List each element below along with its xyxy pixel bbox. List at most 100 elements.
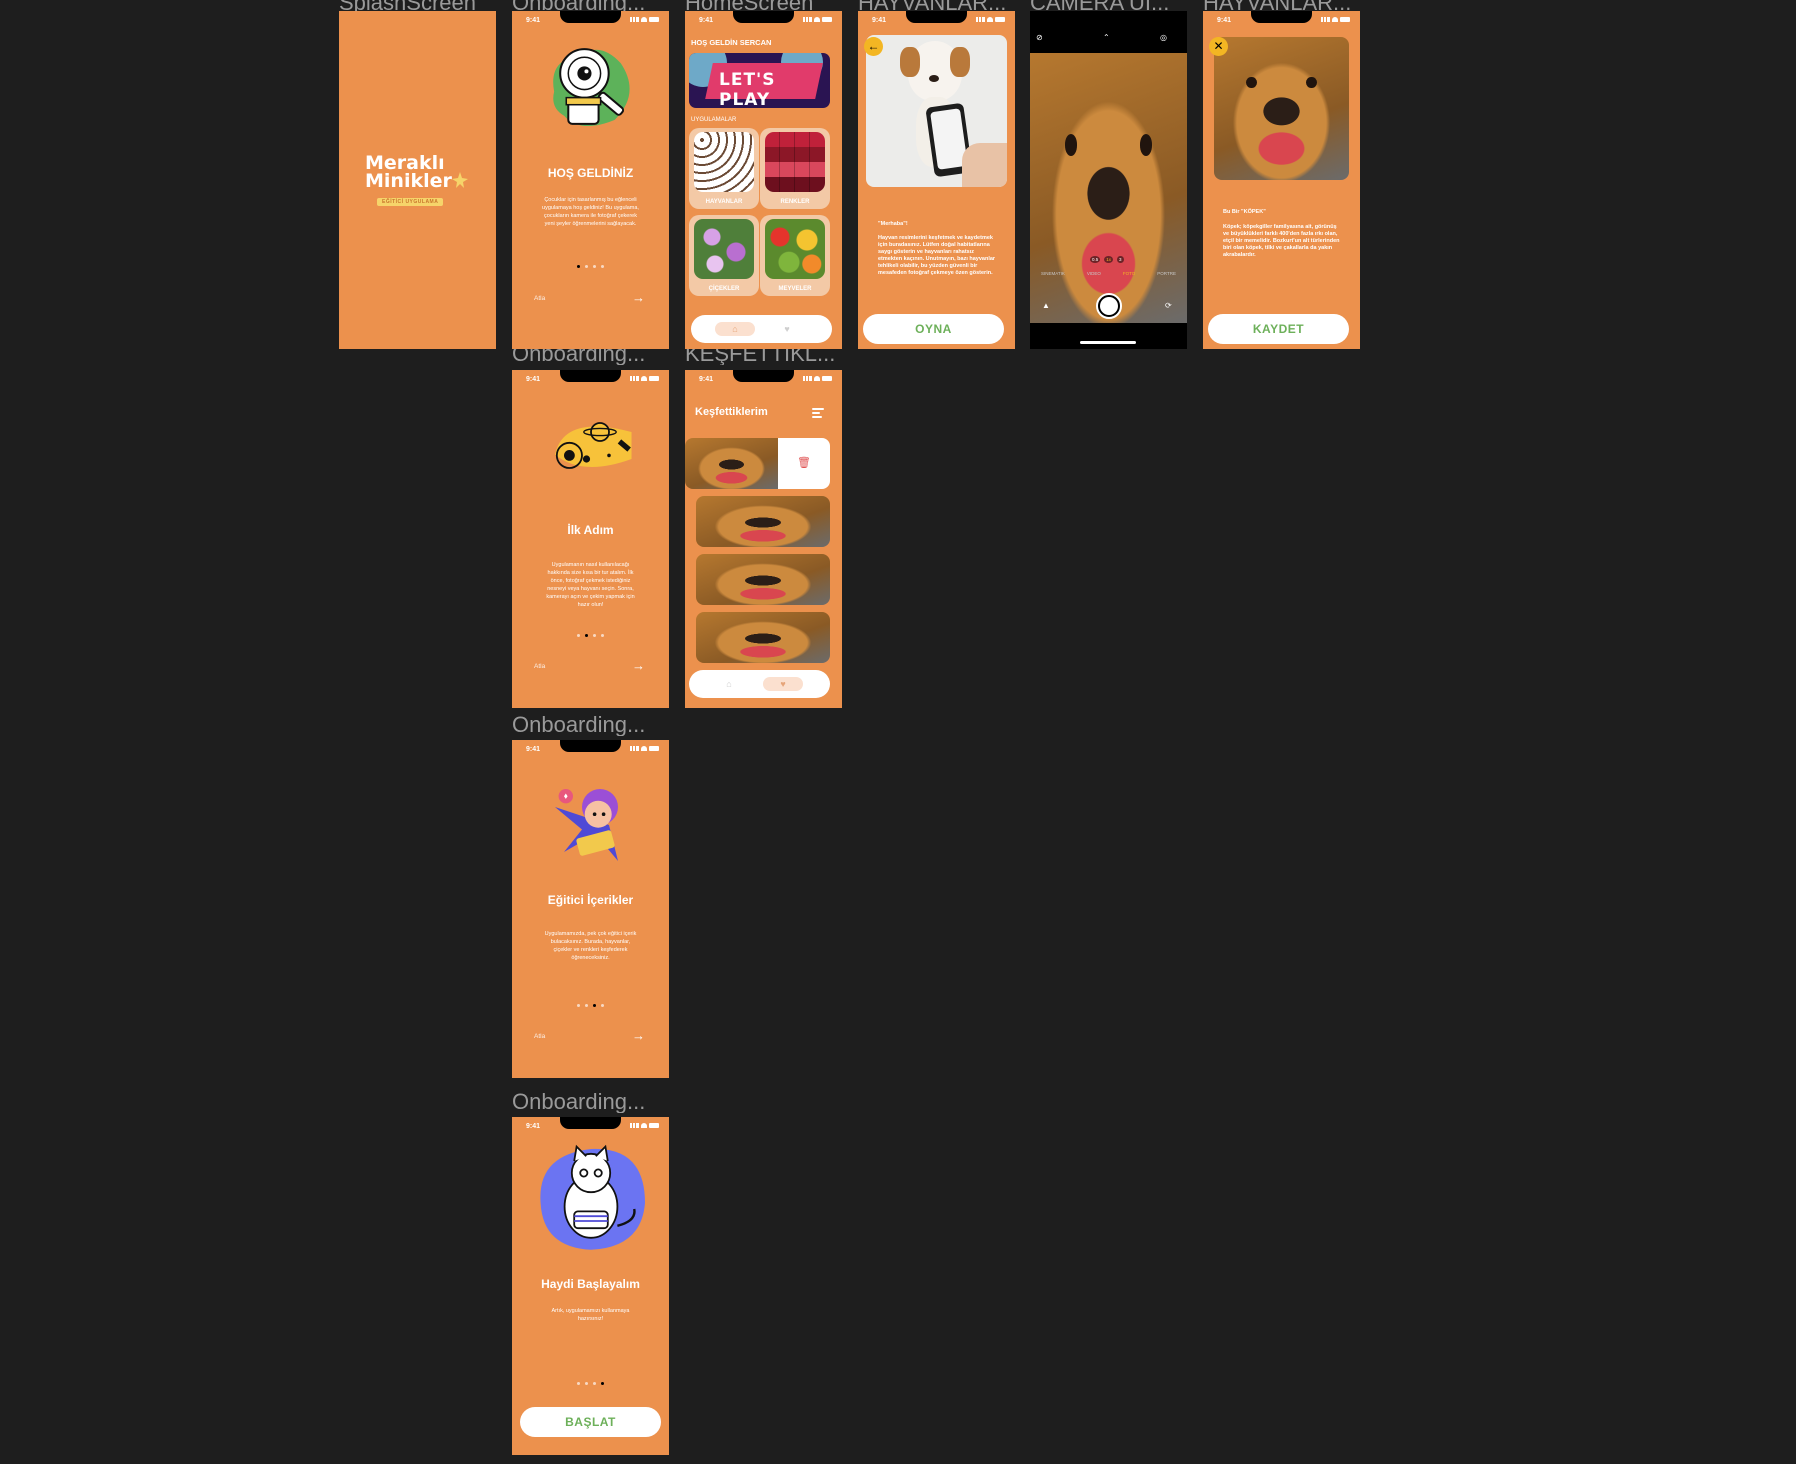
live-photo-icon[interactable]: ◎: [1160, 33, 1167, 42]
status-icons: [630, 1123, 659, 1128]
discovery-card[interactable]: [696, 612, 830, 663]
battery-icon: [1340, 17, 1350, 22]
signal-icon: [630, 376, 639, 381]
onboarding-body: Çocuklar için tasarlanmış bu eğlenceli u…: [542, 197, 639, 227]
back-arrow-icon[interactable]: ←: [864, 37, 883, 56]
splash-star-icon: [452, 172, 468, 188]
signal-icon: [803, 17, 812, 22]
animals-image: [694, 132, 754, 192]
wifi-icon: [1332, 17, 1338, 22]
child-with-book-illustration-icon: [555, 789, 618, 861]
camera-viewfinder: [1030, 53, 1187, 323]
camera-screen: ⊘ ⌃ ◎ SINEMATIK VIDEO FOTO PORTRE 0.5 1x…: [1030, 11, 1187, 349]
hayvanlar-intro-screen: 9:41 ← "Merhaba"! Hayvan resimlerini keş…: [858, 11, 1015, 349]
status-icons: [1321, 17, 1350, 22]
camera-mode[interactable]: FOTO: [1123, 271, 1135, 276]
camera-mode[interactable]: VIDEO: [1087, 271, 1101, 276]
onboarding-screen-1: 9:41 HOŞ GELDİNİZ Çocuklar için tasarlan…: [512, 11, 669, 349]
fruits-image: [765, 219, 825, 279]
onboarding-title: İlk Adım: [567, 523, 614, 537]
wifi-icon: [641, 376, 647, 381]
page-indicator: [512, 1382, 669, 1385]
frame-label-onboarding-4[interactable]: Onboarding...: [512, 1091, 645, 1113]
tile-renkler[interactable]: RENKLER: [760, 128, 830, 209]
tile-hayvanlar[interactable]: HAYVANLAR: [689, 128, 759, 209]
camera-mode[interactable]: PORTRE: [1157, 271, 1176, 276]
bottom-tab-bar: ⌂ ♥: [689, 670, 830, 698]
camera-mode[interactable]: SINEMATIK: [1041, 271, 1065, 276]
signal-icon: [976, 17, 985, 22]
lets-play-banner[interactable]: LET'S PLAY: [689, 53, 830, 108]
discovery-card[interactable]: [696, 554, 830, 605]
next-arrow-icon[interactable]: →: [632, 659, 645, 672]
camera-mode-selector[interactable]: SINEMATIK VIDEO FOTO PORTRE: [1030, 271, 1187, 276]
rocket-planet-illustration-icon: [555, 422, 632, 469]
next-arrow-icon[interactable]: →: [632, 1029, 645, 1042]
shutter-button[interactable]: [1096, 293, 1122, 319]
tile-meyveler[interactable]: MEYVELER: [760, 215, 830, 296]
status-icons: [976, 17, 1005, 22]
gallery-thumbnail-icon[interactable]: ▲: [1042, 301, 1050, 310]
play-button[interactable]: OYNA: [863, 314, 1004, 344]
notch: [560, 11, 621, 23]
tile-cicekler[interactable]: ÇİÇEKLER: [689, 215, 759, 296]
zoom-option[interactable]: 1x: [1104, 256, 1114, 263]
zoom-selector[interactable]: 0.5 1x 3: [1090, 256, 1124, 263]
zoom-option[interactable]: 0.5: [1090, 256, 1101, 263]
signal-icon: [630, 1123, 639, 1128]
wifi-icon: [814, 17, 820, 22]
dog-with-phone-photo: [866, 35, 1007, 187]
favorites-tab-icon[interactable]: ♥: [767, 322, 807, 336]
close-icon[interactable]: ✕: [1209, 37, 1228, 56]
wifi-icon: [641, 746, 647, 751]
onboarding-screen-2: 9:41 İlk Adım Uygulamanın nasıl kullanıl…: [512, 370, 669, 708]
wifi-icon: [641, 1123, 647, 1128]
hayvan-heading: "Merhaba"!: [878, 221, 908, 227]
skip-link[interactable]: Atla: [534, 1033, 545, 1040]
tile-label: RENKLER: [780, 199, 810, 205]
page-indicator: [512, 1004, 669, 1007]
status-icons: [803, 376, 832, 381]
home-tab-icon[interactable]: ⌂: [709, 677, 749, 691]
camera-top-bar: ⊘ ⌃ ◎: [1030, 23, 1187, 53]
wifi-icon: [987, 17, 993, 22]
colors-image: [765, 132, 825, 192]
chevron-up-icon[interactable]: ⌃: [1103, 33, 1110, 42]
battery-icon: [995, 17, 1005, 22]
save-button[interactable]: KAYDET: [1208, 314, 1349, 344]
greeting: HOŞ GELDİN SERCAN: [691, 38, 772, 47]
skip-link[interactable]: Atla: [534, 663, 545, 670]
discoveries-screen: 9:41 Keşfettiklerim 🗑 ⌂ ♥: [685, 370, 842, 708]
wifi-icon: [641, 17, 647, 22]
animal-heading: Bu Bir "KÖPEK": [1223, 209, 1266, 215]
frame-label-onboarding-3[interactable]: Onboarding...: [512, 714, 645, 736]
discovery-card[interactable]: [685, 438, 778, 489]
onboarding-screen-3: 9:41 Eğitici İçerikler Uygulamamızda, pe…: [512, 740, 669, 1078]
delete-icon[interactable]: 🗑: [778, 438, 830, 489]
menu-icon[interactable]: [812, 408, 824, 420]
page-indicator: [512, 634, 669, 637]
notch: [560, 1117, 621, 1129]
status-icons: [803, 17, 832, 22]
home-indicator: [1080, 341, 1136, 344]
notch: [906, 11, 967, 23]
notch: [560, 370, 621, 382]
logo-tagline: EĞİTİCİ UYGULAMA: [377, 198, 444, 206]
favorites-tab-icon[interactable]: ♥: [763, 677, 803, 691]
signal-icon: [630, 17, 639, 22]
home-tab-icon[interactable]: ⌂: [715, 322, 755, 336]
flash-icon[interactable]: ⊘: [1036, 33, 1043, 42]
signal-icon: [803, 376, 812, 381]
skip-link[interactable]: Atla: [534, 295, 545, 302]
status-time: 9:41: [699, 17, 714, 24]
flip-camera-icon[interactable]: ⟳: [1165, 301, 1172, 310]
status-time: 9:41: [1217, 17, 1232, 24]
discovery-card[interactable]: [696, 496, 830, 547]
onboarding-title: Haydi Başlayalım: [541, 1277, 640, 1291]
cat-illustration-icon: [540, 1144, 645, 1250]
next-arrow-icon[interactable]: →: [632, 291, 645, 304]
home-screen: 9:41 HOŞ GELDİN SERCAN LET'S PLAY UYGULA…: [685, 11, 842, 349]
start-button[interactable]: BAŞLAT: [520, 1407, 661, 1437]
status-time: 9:41: [526, 1123, 541, 1130]
zoom-option[interactable]: 3: [1117, 256, 1124, 263]
